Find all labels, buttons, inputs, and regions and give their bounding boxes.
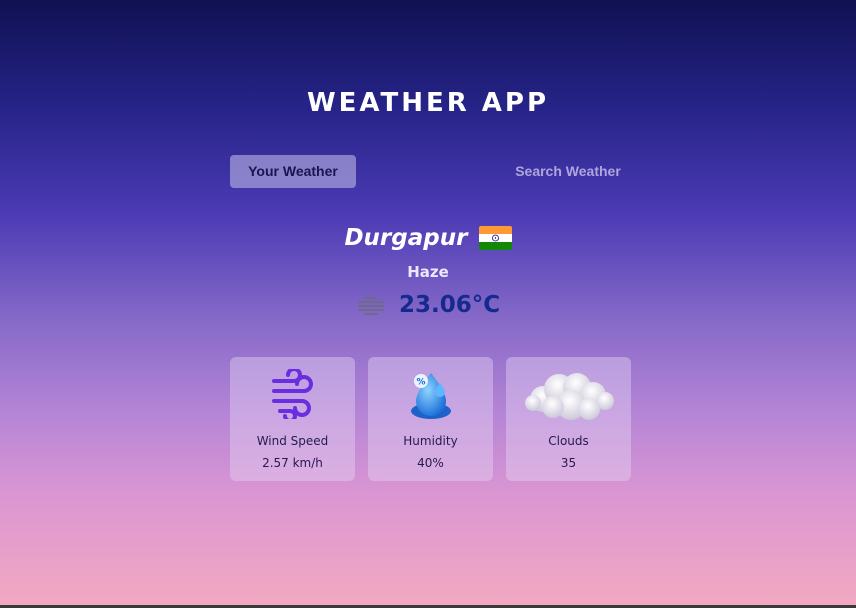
tab-search-weather[interactable]: Search Weather bbox=[500, 155, 636, 188]
humidity-value: 40% bbox=[417, 456, 444, 470]
weather-app-page: { "app": { "title": "WEATHER APP" }, "ta… bbox=[0, 0, 856, 608]
clouds-card: Clouds 35 bbox=[506, 357, 631, 481]
location-row: Durgapur bbox=[0, 225, 856, 251]
app-title: WEATHER APP bbox=[306, 88, 550, 118]
humidity-icon: % bbox=[368, 369, 493, 429]
wind-speed-card: Wind Speed 2.57 km/h bbox=[230, 357, 355, 481]
wind-speed-label: Wind Speed bbox=[256, 434, 329, 448]
city-name: Durgapur bbox=[344, 225, 468, 251]
temperature-row: 23.06°C bbox=[0, 292, 856, 322]
svg-text:%: % bbox=[416, 378, 425, 388]
wind-speed-value: 2.57 km/h bbox=[262, 456, 323, 470]
humidity-label: Humidity bbox=[403, 434, 458, 448]
india-flag-icon bbox=[478, 226, 512, 250]
wind-icon bbox=[230, 369, 355, 429]
weather-condition: Haze bbox=[407, 263, 449, 281]
clouds-value: 35 bbox=[560, 456, 577, 470]
humidity-card: % Humidity 40% bbox=[368, 357, 493, 481]
haze-icon bbox=[356, 294, 386, 316]
tab-your-weather[interactable]: Your Weather bbox=[230, 155, 356, 188]
clouds-label: Clouds bbox=[548, 434, 589, 448]
temperature-value: 23.06°C bbox=[398, 292, 501, 318]
cloud-icon bbox=[506, 369, 631, 429]
